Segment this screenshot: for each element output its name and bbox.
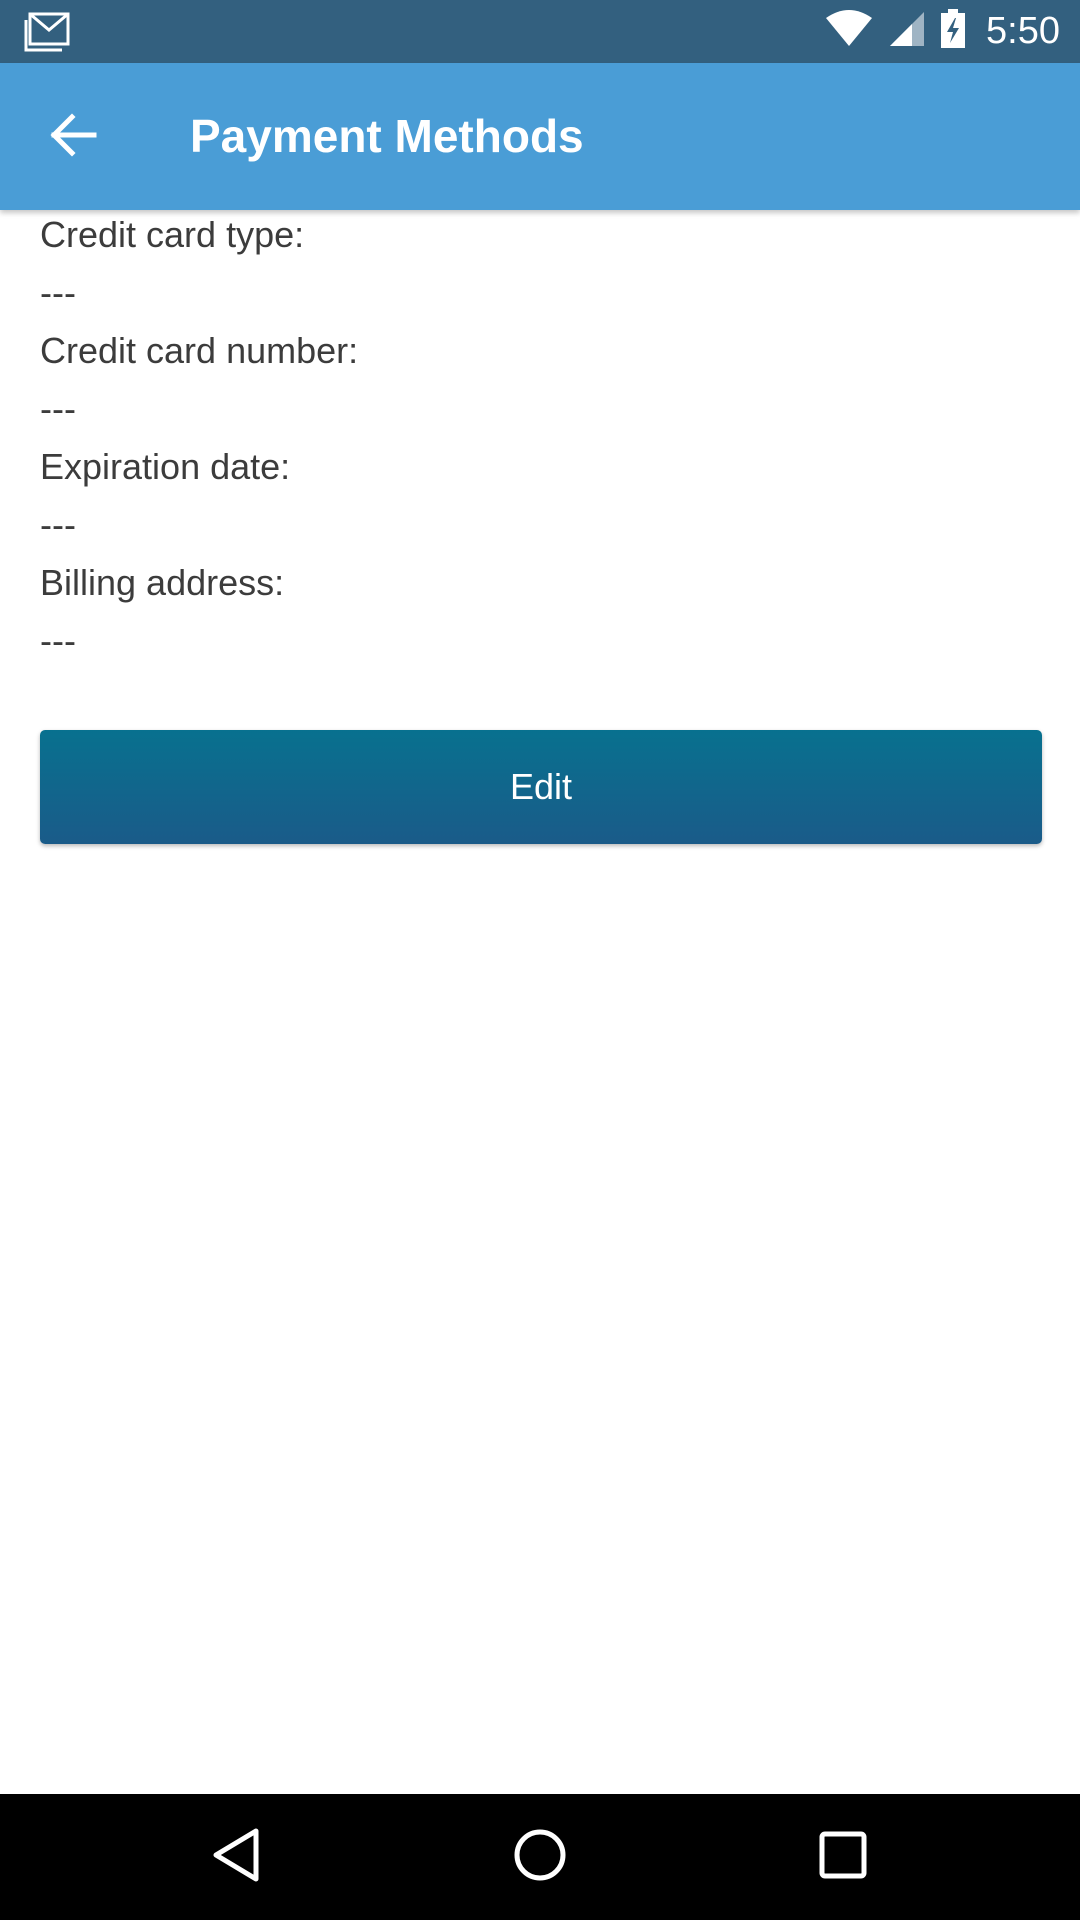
payment-details: Credit card type: --- Credit card number… [40, 210, 1042, 674]
credit-card-number-value: --- [40, 388, 76, 429]
billing-address-value: --- [40, 620, 76, 661]
billing-address-label: Billing address: [40, 562, 285, 603]
battery-charging-icon [940, 9, 966, 54]
status-bar: 5:50 [0, 0, 1080, 63]
billing-address-field: Billing address: --- [40, 558, 1042, 674]
expiration-date-label: Expiration date: [40, 446, 291, 487]
edit-button[interactable]: Edit [40, 730, 1042, 844]
back-button[interactable] [30, 93, 118, 181]
nav-recents-button[interactable] [803, 1817, 883, 1897]
credit-card-type-value: --- [40, 272, 76, 313]
expiration-date-field: Expiration date: --- [40, 442, 1042, 558]
credit-card-number-label: Credit card number: [40, 330, 359, 371]
status-icons: 5:50 [824, 0, 1060, 63]
nav-back-icon [210, 1827, 262, 1888]
credit-card-number-field: Credit card number: --- [40, 326, 1042, 442]
app-bar: Payment Methods [0, 63, 1080, 210]
credit-card-type-label: Credit card type: [40, 214, 305, 255]
wifi-icon [824, 10, 874, 53]
nav-back-button[interactable] [196, 1817, 276, 1897]
navigation-bar [0, 1794, 1080, 1920]
expiration-date-value: --- [40, 504, 76, 545]
status-time: 5:50 [986, 10, 1060, 52]
payment-methods-screen: 5:50 Payment Methods Credit card type: -… [0, 0, 1080, 1920]
gmail-notification-icon [24, 12, 70, 52]
nav-recents-icon [818, 1830, 868, 1885]
arrow-back-icon [50, 112, 98, 162]
page-title: Payment Methods [190, 110, 584, 162]
credit-card-type-field: Credit card type: --- [40, 210, 1042, 326]
nav-home-icon [512, 1827, 568, 1888]
cellular-signal-icon [888, 10, 926, 53]
nav-home-button[interactable] [500, 1817, 580, 1897]
